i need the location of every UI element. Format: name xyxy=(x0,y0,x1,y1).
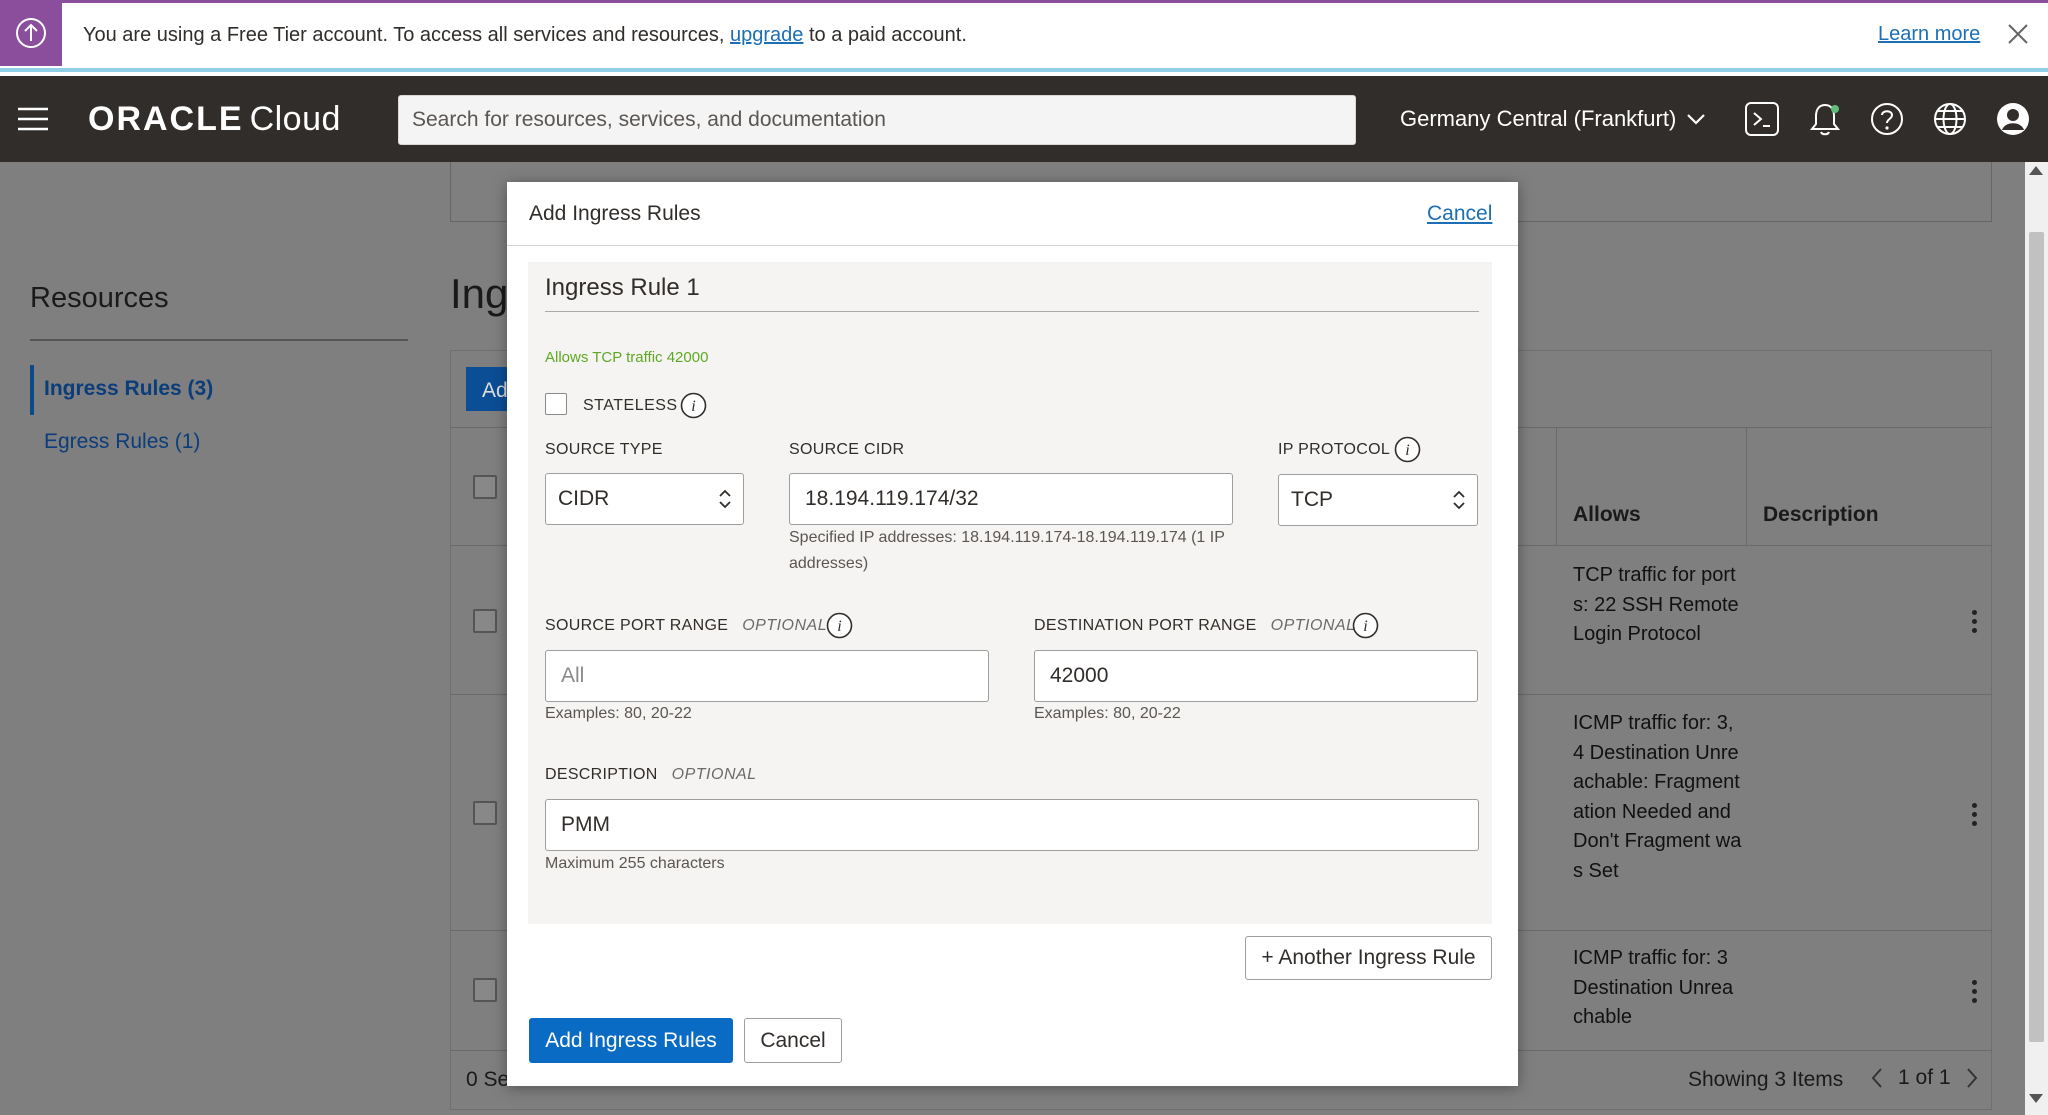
description-helper: Maximum 255 characters xyxy=(545,855,725,872)
search-input[interactable] xyxy=(398,95,1356,145)
rule-summary: Allows TCP traffic 42000 xyxy=(545,349,709,366)
region-selector[interactable]: Germany Central (Frankfurt) xyxy=(1400,106,1706,132)
learn-more-link[interactable]: Learn more xyxy=(1878,23,1980,46)
destination-port-range-input[interactable] xyxy=(1034,650,1478,702)
ip-protocol-select[interactable]: TCP xyxy=(1278,474,1478,526)
scroll-down-icon[interactable] xyxy=(2029,1094,2043,1103)
column-separator xyxy=(1556,427,1557,545)
svg-text:i: i xyxy=(837,618,841,635)
source-cidr-input[interactable] xyxy=(789,473,1233,525)
svg-text:i: i xyxy=(691,398,695,415)
selected-count: 0 Se xyxy=(466,1068,510,1091)
hamburger-menu-icon[interactable] xyxy=(16,106,50,132)
scrollbar-thumb[interactable] xyxy=(2029,232,2044,1042)
scroll-up-icon[interactable] xyxy=(2029,166,2043,175)
profile-icon[interactable] xyxy=(1994,100,2032,138)
destination-port-range-text: DESTINATION PORT RANGE xyxy=(1034,617,1257,634)
optional-tag: OPTIONAL xyxy=(1270,617,1356,634)
table-cell-allows: TCP traffic for ports: 22 SSH Remote Log… xyxy=(1573,564,1739,645)
stateless-checkbox[interactable] xyxy=(545,393,567,415)
dialog-cancel-link[interactable]: Cancel xyxy=(1427,202,1492,226)
column-header-allows[interactable]: Allows xyxy=(1573,503,1641,527)
select-arrows-icon xyxy=(719,489,731,509)
row-actions-icon[interactable] xyxy=(1972,610,1978,637)
row-checkbox[interactable] xyxy=(473,609,497,633)
column-separator xyxy=(1746,427,1747,545)
select-arrows-icon xyxy=(1453,490,1465,510)
cloud-shell-icon[interactable] xyxy=(1743,100,1781,138)
description-label: DESCRIPTION OPTIONAL xyxy=(545,766,757,784)
svg-text:i: i xyxy=(1405,442,1409,459)
logo-product: Cloud xyxy=(249,100,341,138)
rule-title: Ingress Rule 1 xyxy=(545,274,700,301)
svg-text:i: i xyxy=(1363,618,1367,635)
showing-count: Showing 3 Items xyxy=(1688,1068,1844,1091)
row-actions-icon[interactable] xyxy=(1972,980,1978,1007)
source-port-helper: Examples: 80, 20-22 xyxy=(545,705,692,722)
source-port-range-label: SOURCE PORT RANGE OPTIONAL xyxy=(545,617,827,635)
cancel-button[interactable]: Cancel xyxy=(744,1018,842,1063)
source-port-range-text: SOURCE PORT RANGE xyxy=(545,617,729,634)
stateless-label: STATELESS xyxy=(583,397,678,414)
destination-port-helper: Examples: 80, 20-22 xyxy=(1034,705,1181,722)
region-label: Germany Central (Frankfurt) xyxy=(1400,106,1677,131)
resources-divider xyxy=(30,339,408,341)
dialog-title: Add Ingress Rules xyxy=(529,202,701,225)
info-icon[interactable]: i xyxy=(680,392,707,419)
close-icon[interactable] xyxy=(2004,20,2032,48)
table-cell-allows: ICMP traffic for: 3 Destination Unreacha… xyxy=(1573,947,1734,1028)
source-type-value: CIDR xyxy=(558,487,610,510)
optional-tag: OPTIONAL xyxy=(742,617,828,634)
active-item-indicator xyxy=(30,365,34,415)
select-all-checkbox[interactable] xyxy=(473,475,497,499)
ip-protocol-label: IP PROTOCOL xyxy=(1278,441,1391,458)
banner-text-after: to a paid account. xyxy=(803,24,967,46)
optional-tag: OPTIONAL xyxy=(671,766,757,783)
banner-message: You are using a Free Tier account. To ac… xyxy=(83,24,967,47)
info-icon[interactable]: i xyxy=(826,612,853,639)
source-cidr-label: SOURCE CIDR xyxy=(789,441,905,458)
row-actions-icon[interactable] xyxy=(1972,803,1978,830)
upgrade-link[interactable]: upgrade xyxy=(730,24,803,46)
column-header-description[interactable]: Description xyxy=(1763,503,1879,527)
logo-brand: ORACLE xyxy=(88,100,244,138)
dialog-divider xyxy=(507,245,1518,246)
row-checkbox[interactable] xyxy=(473,801,497,825)
page-indicator: 1 of 1 xyxy=(1898,1066,1951,1089)
another-ingress-rule-button[interactable]: + Another Ingress Rule xyxy=(1245,936,1492,980)
page-heading: Ing xyxy=(450,270,509,317)
description-input[interactable] xyxy=(545,799,1479,851)
sidebar-item-egress-rules[interactable]: Egress Rules (1) xyxy=(44,430,200,454)
info-icon[interactable]: i xyxy=(1394,436,1421,463)
source-cidr-helper: Specified IP addresses: 18.194.119.174-1… xyxy=(789,529,1225,572)
row-checkbox[interactable] xyxy=(473,978,497,1002)
destination-port-range-label: DESTINATION PORT RANGE OPTIONAL xyxy=(1034,617,1356,635)
source-type-select[interactable]: CIDR xyxy=(545,473,744,525)
add-ingress-rules-submit-button[interactable]: Add Ingress Rules xyxy=(529,1018,733,1063)
chevron-right-icon[interactable] xyxy=(1965,1067,1979,1089)
info-icon[interactable]: i xyxy=(1352,612,1379,639)
upgrade-icon xyxy=(0,0,62,66)
language-icon[interactable] xyxy=(1931,100,1969,138)
help-icon[interactable] xyxy=(1868,100,1906,138)
chevron-left-icon[interactable] xyxy=(1870,1067,1884,1089)
resources-title: Resources xyxy=(30,282,169,314)
notifications-icon[interactable] xyxy=(1806,100,1844,138)
table-cell-allows: ICMP traffic for: 3, 4 Destination Unrea… xyxy=(1573,712,1742,882)
sidebar-item-ingress-rules[interactable]: Ingress Rules (3) xyxy=(44,377,213,401)
rule-divider xyxy=(545,311,1479,312)
oracle-cloud-logo[interactable]: ORACLE Cloud xyxy=(88,100,341,139)
description-text: DESCRIPTION xyxy=(545,766,658,783)
chevron-down-icon xyxy=(1687,114,1706,125)
source-type-label: SOURCE TYPE xyxy=(545,441,663,458)
ip-protocol-value: TCP xyxy=(1291,488,1333,511)
pagination: 1 of 1 xyxy=(1870,1066,1979,1090)
banner-text-before: You are using a Free Tier account. To ac… xyxy=(83,24,731,46)
source-port-range-input[interactable] xyxy=(545,650,989,702)
